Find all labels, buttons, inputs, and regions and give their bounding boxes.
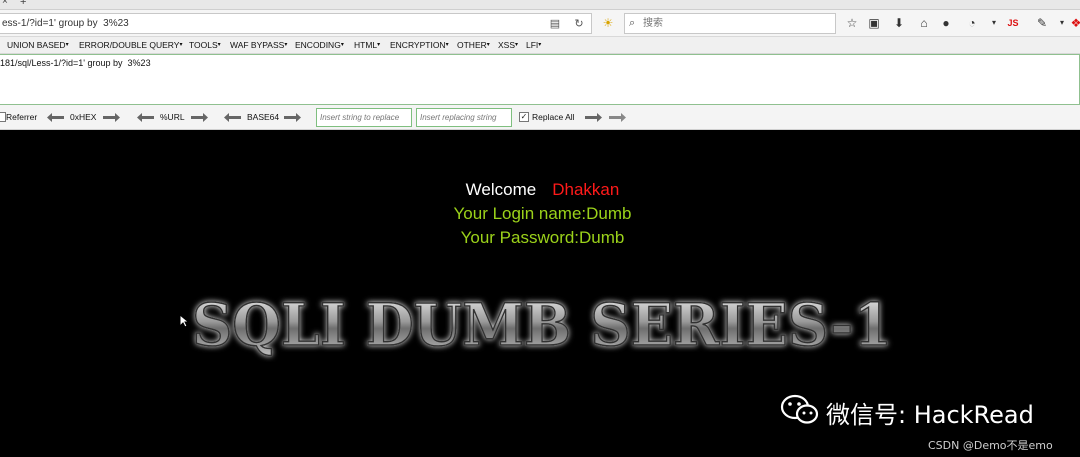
- search-bar[interactable]: ⌕: [624, 13, 836, 34]
- menu-encoding[interactable]: ENCODING▾: [295, 40, 344, 50]
- bookmark-site-icon[interactable]: ☀: [600, 15, 616, 31]
- base64-label: BASE64: [247, 112, 280, 122]
- replace-all-label: Replace All: [532, 112, 575, 122]
- new-tab-icon[interactable]: +: [20, 0, 26, 8]
- reload-icon[interactable]: ↻: [572, 17, 586, 31]
- search-input[interactable]: [643, 16, 828, 31]
- addon-icon[interactable]: ❖: [1068, 15, 1080, 31]
- wechat-icon: [780, 394, 819, 424]
- menu-union-based[interactable]: UNION BASED▾: [7, 40, 69, 50]
- star-icon[interactable]: ☆: [844, 15, 860, 31]
- encode-arrow-icon[interactable]: [103, 113, 120, 122]
- navigation-bar: ess-1/?id=1' group by 3%23 ▤ ↻ ☀ ⌕ ☆ ▣ ⬇…: [0, 10, 1080, 37]
- menu-tools[interactable]: TOOLS▾: [189, 40, 221, 50]
- js-icon[interactable]: JS: [1005, 15, 1021, 31]
- replace-to-input[interactable]: [416, 108, 512, 127]
- replace-arrow-icon[interactable]: [585, 113, 602, 122]
- csdn-watermark: CSDN @Demo不是emo: [928, 439, 1053, 452]
- welcome-line: Welcome Dhakkan: [0, 180, 1080, 200]
- clipboard-icon[interactable]: ▣: [866, 15, 882, 31]
- hackbar-url-input[interactable]: 181/sql/Less-1/?id=1' group by 3%23: [0, 55, 1078, 104]
- replace-back-arrow-icon[interactable]: [609, 113, 626, 122]
- extension-icon[interactable]: ✎: [1034, 15, 1050, 31]
- menu-xss[interactable]: XSS▾: [498, 40, 518, 50]
- mouse-cursor-icon: [179, 314, 189, 328]
- download-icon[interactable]: ⬇: [891, 15, 907, 31]
- replace-all-checkbox[interactable]: ✓: [519, 112, 529, 122]
- menu-encryption[interactable]: ENCRYPTION▾: [390, 40, 449, 50]
- dropdown-chevron-icon[interactable]: ▾: [986, 15, 1002, 31]
- decode-arrow-icon[interactable]: [137, 113, 154, 122]
- home-icon[interactable]: ⌂: [916, 15, 932, 31]
- login-name-text: Your Login name:Dumb: [453, 204, 632, 223]
- wechat-watermark: 微信号: HackRead: [826, 401, 1034, 429]
- url-encode-label: %URL: [160, 112, 185, 122]
- decode-arrow-icon[interactable]: [47, 113, 64, 122]
- welcome-text: Welcome: [465, 180, 537, 199]
- menu-html[interactable]: HTML▾: [354, 40, 380, 50]
- menu-error-double-query[interactable]: ERROR/DOUBLE QUERY▾: [79, 40, 182, 50]
- palette-icon[interactable]: ◔: [964, 15, 980, 31]
- sqli-banner-image: SQLI DUMB SERIES-1: [191, 290, 893, 360]
- user-name: Dhakkan: [552, 180, 620, 199]
- tab-strip: × +: [0, 0, 1080, 10]
- hackbar-toolbar: Referrer 0xHEX %URL BASE64 ✓ Replace All: [0, 105, 1080, 130]
- banner-title: SQLI DUMB SERIES-1: [192, 291, 892, 359]
- hackbar-menu: UNION BASED▾ ERROR/DOUBLE QUERY▾ TOOLS▾ …: [0, 37, 1080, 54]
- menu-other[interactable]: OTHER▾: [457, 40, 490, 50]
- hackbar-input-area: 181/sql/Less-1/?id=1' group by 3%23: [0, 54, 1080, 105]
- close-tab-icon[interactable]: ×: [2, 0, 8, 7]
- encode-arrow-icon[interactable]: [191, 113, 208, 122]
- hex-label: 0xHEX: [70, 112, 97, 122]
- decode-arrow-icon[interactable]: [224, 113, 241, 122]
- chat-icon[interactable]: ●: [938, 15, 954, 31]
- url-bar[interactable]: ess-1/?id=1' group by 3%23 ▤ ↻: [0, 13, 592, 34]
- reader-view-icon[interactable]: ▤: [548, 17, 562, 31]
- replace-from-input[interactable]: [316, 108, 412, 127]
- encode-arrow-icon[interactable]: [284, 113, 301, 122]
- menu-waf-bypass[interactable]: WAF BYPASS▾: [230, 40, 287, 50]
- menu-lfi[interactable]: LFI▾: [526, 40, 541, 50]
- url-text[interactable]: ess-1/?id=1' group by 3%23: [2, 18, 129, 29]
- search-icon: ⌕: [629, 17, 636, 29]
- password-text: Your Password:Dumb: [460, 228, 625, 247]
- referrer-label: Referrer: [6, 112, 38, 122]
